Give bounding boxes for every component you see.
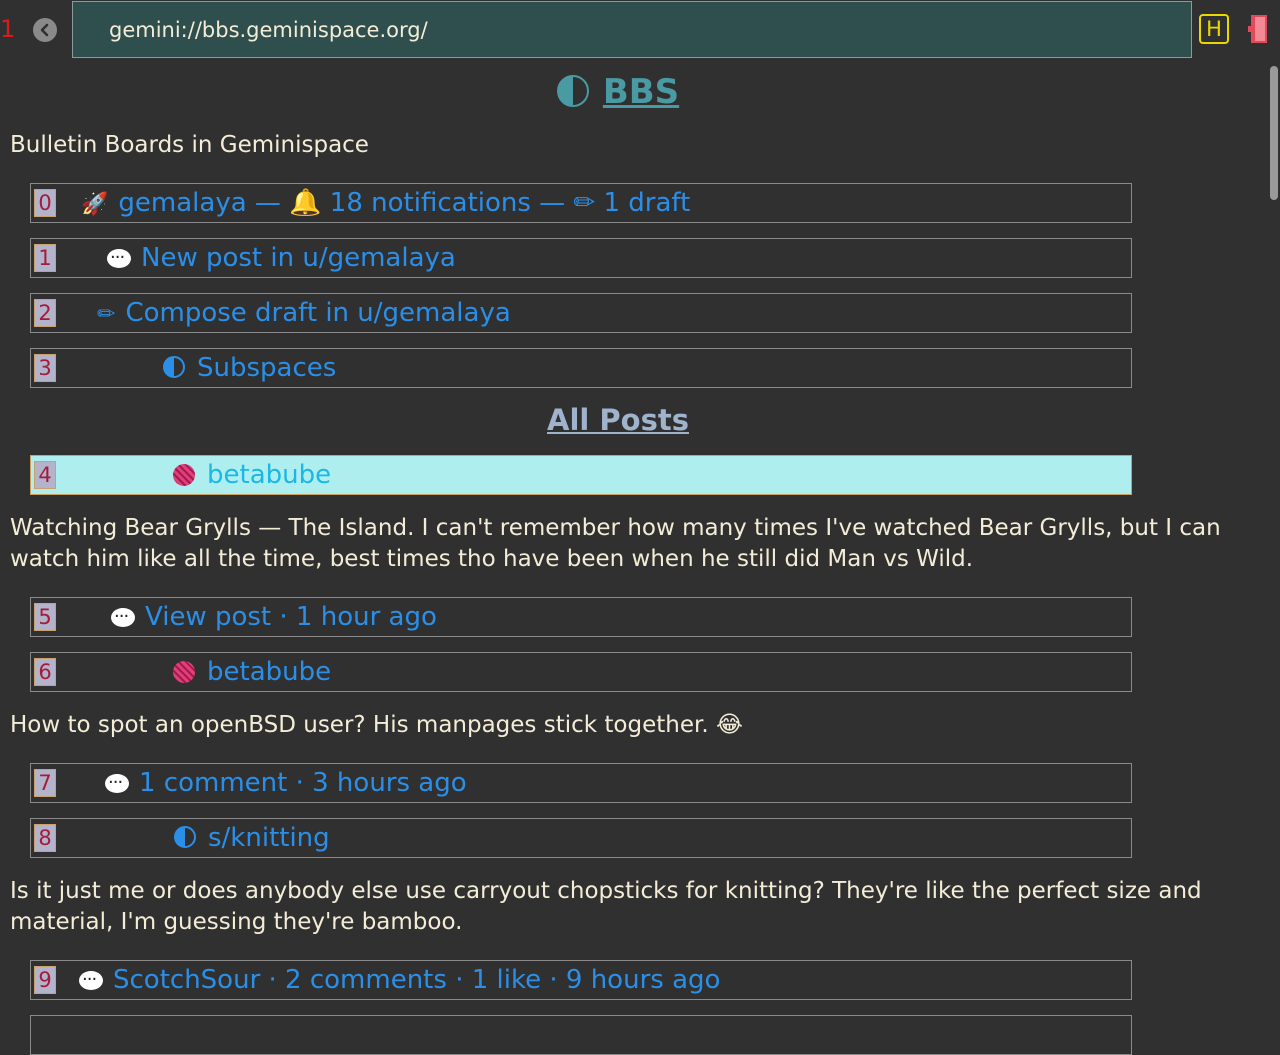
post-body: How to spot an openBSD user? His manpage… bbox=[10, 712, 743, 738]
link-hint: 7 bbox=[34, 769, 56, 797]
half-moon-icon bbox=[163, 356, 185, 378]
link-hint: 9 bbox=[34, 966, 56, 994]
post-author-link[interactable]: 4 betabube bbox=[30, 455, 1132, 495]
browser-toolbar: 1 H bbox=[0, 0, 1280, 62]
speech-bubble-icon bbox=[107, 241, 131, 275]
speech-bubble-icon bbox=[111, 600, 135, 634]
chevron-left-icon bbox=[40, 23, 49, 37]
rocket-icon: 🚀 bbox=[81, 192, 109, 217]
speech-bubble-icon bbox=[105, 766, 129, 800]
post-body: Watching Bear Grylls — The Island. I can… bbox=[10, 515, 1221, 572]
partial-link[interactable] bbox=[30, 1015, 1132, 1055]
page-subtitle: Bulletin Boards in Geminispace bbox=[10, 132, 369, 158]
url-input[interactable] bbox=[107, 14, 1151, 46]
post-meta-link[interactable]: 5 View post · 1 hour ago bbox=[30, 597, 1132, 637]
link-hint: 5 bbox=[34, 603, 56, 631]
scrollbar[interactable] bbox=[1270, 66, 1278, 200]
link-hint: 2 bbox=[34, 299, 56, 327]
link-new-post[interactable]: 1 New post in u/gemalaya bbox=[30, 238, 1132, 278]
yarn-ball-icon bbox=[173, 464, 195, 486]
link-hint: 3 bbox=[34, 354, 56, 382]
half-moon-icon bbox=[556, 75, 589, 107]
link-hint: 1 bbox=[34, 244, 56, 272]
link-compose-draft[interactable]: 2 ✏ Compose draft in u/gemalaya bbox=[30, 293, 1132, 333]
post-meta-link[interactable]: 9 ScotchSour · 2 comments · 1 like · 9 h… bbox=[30, 960, 1132, 1000]
back-button[interactable] bbox=[33, 18, 57, 42]
section-heading-all-posts[interactable]: All Posts bbox=[0, 402, 1236, 438]
page-title[interactable]: BBS bbox=[0, 72, 1236, 112]
exit-button[interactable] bbox=[1247, 14, 1269, 44]
yarn-ball-icon bbox=[173, 661, 195, 683]
tab-count: 1 bbox=[0, 15, 16, 43]
link-hint: 8 bbox=[34, 824, 56, 852]
link-hint: 6 bbox=[34, 658, 56, 686]
post-meta-link[interactable]: 7 1 comment · 3 hours ago bbox=[30, 763, 1132, 803]
history-button[interactable]: H bbox=[1199, 14, 1229, 44]
link-gemalaya-notifications[interactable]: 0 🚀 gemalaya — 🔔 18 notifications — ✏ 1 d… bbox=[30, 183, 1132, 223]
half-moon-icon bbox=[174, 826, 196, 848]
post-author-link[interactable]: 6 betabube bbox=[30, 652, 1132, 692]
door-exit-icon bbox=[1248, 15, 1267, 43]
speech-bubble-icon bbox=[79, 963, 103, 997]
link-hint: 0 bbox=[34, 189, 56, 217]
post-subspace-link[interactable]: 8 s/knitting bbox=[30, 818, 1132, 858]
link-subspaces[interactable]: 3 Subspaces bbox=[30, 348, 1132, 388]
link-hint: 4 bbox=[34, 461, 56, 489]
pencil-icon: ✏ bbox=[97, 302, 116, 327]
post-body: Is it just me or does anybody else use c… bbox=[10, 878, 1202, 935]
address-bar[interactable] bbox=[72, 1, 1192, 58]
